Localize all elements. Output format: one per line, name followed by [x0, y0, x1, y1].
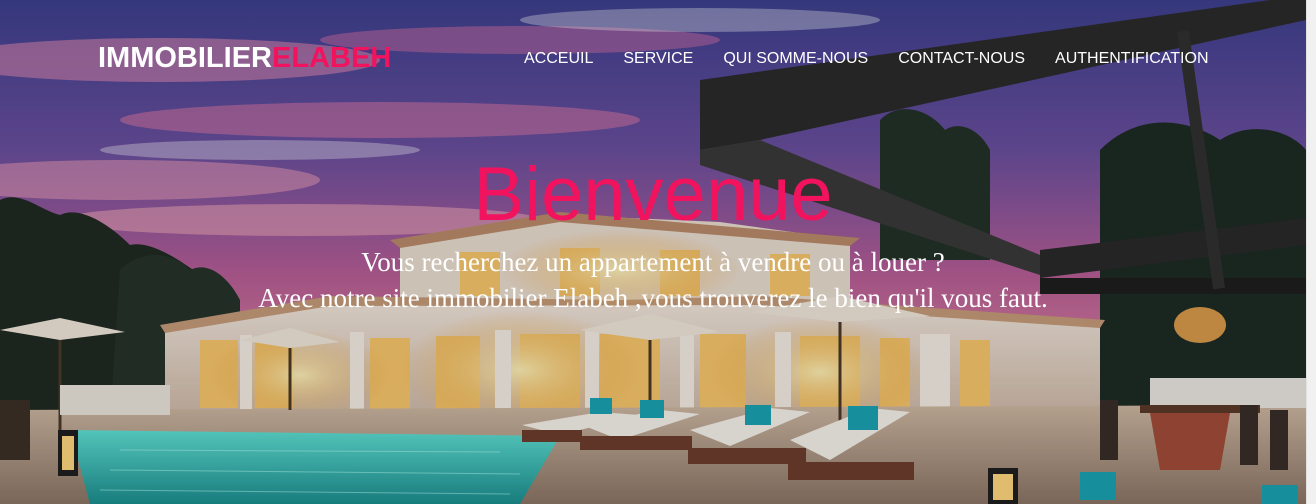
nav-item-contact-nous[interactable]: CONTACT-NOUS	[898, 49, 1025, 69]
hero-section: IMMOBILIERELABEH ACCEUIL SERVICE QUI SOM…	[0, 0, 1306, 504]
nav-item-qui-somme-nous[interactable]: QUI SOMME-NOUS	[723, 49, 868, 69]
hero-title: Bienvenue	[473, 152, 833, 237]
main-nav: ACCEUIL SERVICE QUI SOMME-NOUS CONTACT-N…	[524, 49, 1209, 69]
nav-item-authentification[interactable]: AUTHENTIFICATION	[1055, 49, 1208, 69]
nav-item-service[interactable]: SERVICE	[623, 49, 693, 69]
hero-subtitle-line-2: Avec notre site immobilier Elabeh ,vous …	[258, 283, 1048, 313]
hero-subtitle-line-1: Vous recherchez un appartement à vendre …	[361, 247, 945, 277]
hero-subtitle: Vous recherchez un appartement à vendre …	[200, 244, 1106, 316]
nav-item-accueil[interactable]: ACCEUIL	[524, 49, 593, 69]
logo-text-accent: ELABEH	[272, 42, 392, 74]
logo-text-primary: IMMOBILIER	[98, 42, 272, 74]
site-logo[interactable]: IMMOBILIERELABEH	[98, 40, 391, 76]
page-scrollbar[interactable]	[1306, 0, 1316, 504]
